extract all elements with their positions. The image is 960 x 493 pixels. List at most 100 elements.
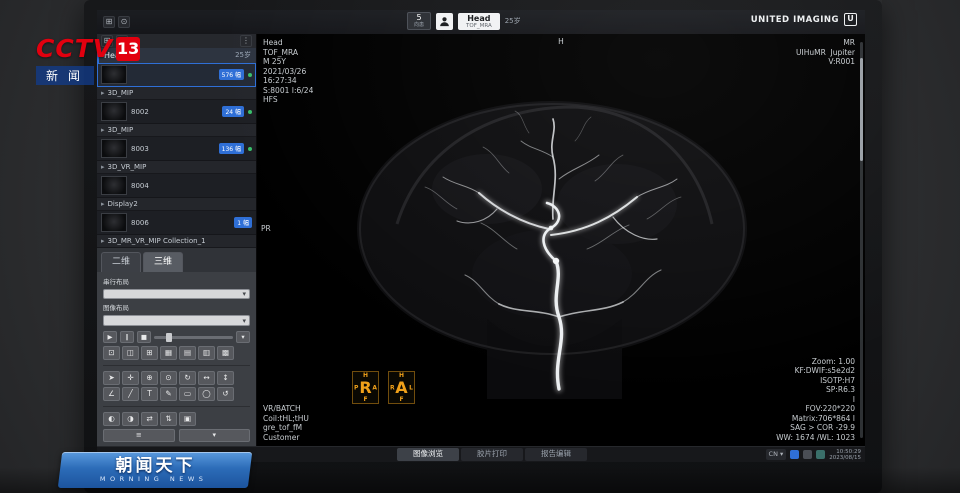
brand: UNITED IMAGING U (751, 13, 857, 26)
orientation-label-top: H (558, 37, 564, 47)
flip-v-icon[interactable]: ↕ (217, 371, 234, 385)
sync-icon[interactable]: ⇅ (160, 412, 177, 426)
zoom-in-icon[interactable]: ⊕ (141, 371, 158, 385)
play-icon[interactable]: ▶ (103, 331, 117, 343)
status-dot (248, 73, 252, 77)
layout-rows-icon[interactable]: ▤ (179, 346, 196, 360)
status-dot (248, 110, 252, 114)
series-group-label: 3D_VR_MIP (108, 163, 147, 171)
overlay-top-right: MR UIHuMR Jupiter V:R001 (796, 38, 855, 67)
caret-icon: ▸ (101, 89, 105, 97)
series-group-row[interactable]: ▸ 3D_MIP (97, 87, 256, 100)
annotate-icon[interactable]: ✎ (160, 387, 177, 401)
patient-chip[interactable]: Head TOF_MRA (458, 13, 500, 30)
series-thumbnail[interactable] (101, 213, 127, 232)
link-icon[interactable]: ⇄ (141, 412, 158, 426)
serial-layout-select[interactable]: ▾ (103, 289, 250, 300)
queue-badge[interactable]: 5 向患 (407, 12, 431, 30)
viewport-scrollbar[interactable] (860, 42, 863, 438)
layout-cols-icon[interactable]: ▥ (198, 346, 215, 360)
tab-image-browse[interactable]: 图像浏览 (397, 448, 459, 461)
series-thumbnail-row[interactable]: 8006 1 幅 (97, 211, 256, 235)
series-id: 8002 (131, 108, 218, 116)
cine-slider-knob[interactable] (166, 333, 172, 342)
search-icon[interactable]: ⊙ (118, 16, 130, 28)
serial-layout-label: 串行布局 (103, 276, 250, 286)
patient-row-age: 25岁 (235, 50, 251, 60)
roi-circle-icon[interactable]: ◯ (198, 387, 215, 401)
workflow-tabs: 图像浏览 胶片打印 报告编辑 (397, 448, 587, 461)
layout-1x2-icon[interactable]: ◫ (122, 346, 139, 360)
series-group-label: Display2 (108, 200, 138, 208)
screen: ⊞ ⊙ 5 向患 Head TOF_MRA 25岁 UNITED IMAGING (97, 10, 865, 462)
pan-icon[interactable]: ✛ (122, 371, 139, 385)
measure-icon[interactable]: ╱ (122, 387, 139, 401)
image-layout-select[interactable]: ▾ (103, 315, 250, 326)
notification-icon[interactable] (790, 450, 799, 459)
tab-film-print[interactable]: 胶片打印 (461, 448, 523, 461)
more-icon[interactable]: ⋮ (240, 35, 252, 47)
tab-2d[interactable]: 二维 (101, 252, 141, 272)
series-group-row[interactable]: ▸ 3D_MR_VR_MIP Collection_1 (97, 235, 256, 248)
series-thumbnail[interactable] (101, 176, 127, 195)
patient-age: 25岁 (505, 16, 521, 26)
chevron-down-icon: ▾ (242, 290, 246, 298)
magnify-icon[interactable]: ⊙ (160, 371, 177, 385)
angle-icon[interactable]: ∠ (103, 387, 120, 401)
grid-icon[interactable]: ⊞ (103, 16, 115, 28)
series-group-row[interactable]: ▸ Display2 (97, 198, 256, 211)
system-clock: 10:50:292023/08/15 (829, 449, 861, 461)
orientation-label-left: PR (261, 224, 271, 234)
caret-icon: ▸ (101, 200, 105, 208)
viewport-scrollbar-thumb[interactable] (860, 58, 863, 161)
language-switcher[interactable]: CN ▾ (766, 449, 787, 460)
pause-icon[interactable]: ‖ (120, 331, 134, 343)
tab-report-edit[interactable]: 报告编辑 (525, 448, 587, 461)
rotate-icon[interactable]: ↻ (179, 371, 196, 385)
invert-icon[interactable]: ◐ (103, 412, 120, 426)
image-layout-label: 图像布局 (103, 302, 250, 312)
cine-speed-select[interactable]: ▾ (236, 331, 250, 343)
window-level-icon[interactable]: ◑ (122, 412, 139, 426)
series-name: TOF_MRA (466, 23, 492, 29)
monitor: ⊞ ⊙ 5 向患 Head TOF_MRA 25岁 UNITED IMAGING (84, 0, 882, 493)
layout-2x2-icon[interactable]: ⊞ (141, 346, 158, 360)
series-thumbnail[interactable] (101, 102, 127, 121)
flip-h-icon[interactable]: ↔ (198, 371, 215, 385)
text-icon[interactable]: T (141, 387, 158, 401)
image-viewport[interactable]: Head TOF_MRA M 25Y 2021/03/26 16:27:34 S… (257, 34, 865, 446)
series-group-row[interactable]: ▸ 3D_VR_MIP (97, 161, 256, 174)
overlay-bottom-right: Zoom: 1.00 KF:DWIF:s5e2d2 ISOTP:H7 SP:R6… (776, 357, 855, 443)
reset-icon[interactable]: ↺ (217, 387, 234, 401)
image-tools-grid: ➤✛⊕⊙↻↔↕ ∠╱T✎▭◯↺ (103, 371, 250, 401)
series-thumbnail-row[interactable]: 8003 136 幅 (97, 137, 256, 161)
queue-number: 5 (408, 14, 430, 22)
cursor-icon[interactable]: ➤ (103, 371, 120, 385)
brand-name: UNITED IMAGING (751, 15, 839, 25)
series-thumbnail[interactable] (101, 139, 127, 158)
cine-grid-icon[interactable]: ▣ (179, 412, 196, 426)
status-tray: CN ▾ 10:50:292023/08/15 (766, 449, 861, 461)
layout-1x1-icon[interactable]: ⊡ (103, 346, 120, 360)
series-group-row[interactable]: ▸ 3D_MIP (97, 124, 256, 137)
series-thumbnail-row[interactable]: 8004 (97, 174, 256, 198)
series-thumbnail-row[interactable]: 8002 24 幅 (97, 100, 256, 124)
extra-tools-grid: ◐◑⇄⇅▣ (103, 412, 250, 426)
cine-slider[interactable] (154, 336, 233, 339)
layout-custom-icon[interactable]: ▩ (217, 346, 234, 360)
series-count-badge: 24 幅 (222, 106, 244, 117)
roi-rect-icon[interactable]: ▭ (179, 387, 196, 401)
patient-icon (436, 13, 453, 30)
stop-icon[interactable]: ■ (137, 331, 151, 343)
tab-3d[interactable]: 三维 (143, 252, 183, 272)
keyboard-icon[interactable] (803, 450, 812, 459)
orientation-cube-2: H R A L F (388, 371, 415, 404)
clock-icon (816, 450, 825, 459)
series-list: 576 幅 ▸ 3D_MIP 8002 24 幅 ▸ (97, 63, 256, 248)
patient-selector[interactable]: 5 向患 Head TOF_MRA 25岁 (407, 12, 521, 30)
collapse-button[interactable]: ▾ (179, 429, 251, 442)
overlay-top-left: Head TOF_MRA M 25Y 2021/03/26 16:27:34 S… (263, 38, 313, 105)
more-tools-button[interactable]: ≡ (103, 429, 175, 442)
layout-grid-icon[interactable]: ▦ (160, 346, 177, 360)
caret-icon: ▸ (101, 237, 105, 245)
